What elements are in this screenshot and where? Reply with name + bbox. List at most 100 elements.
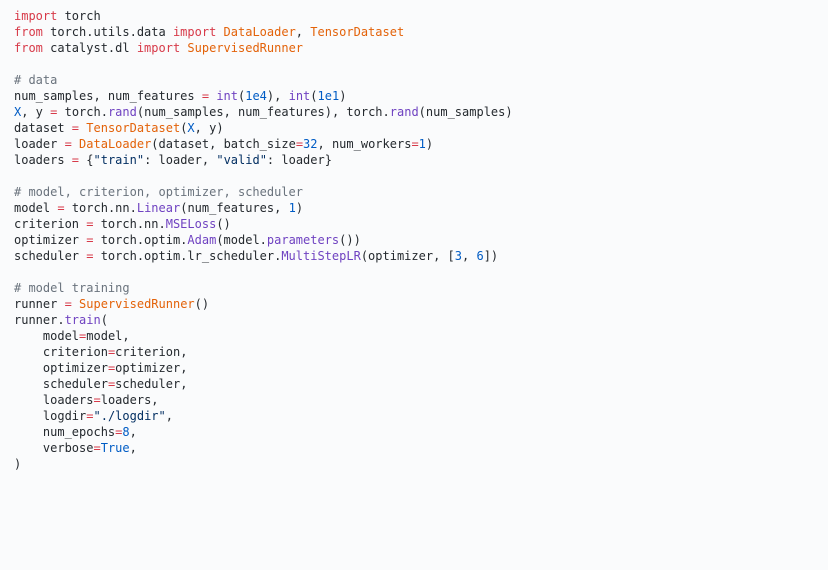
token-pun: ( xyxy=(137,105,144,119)
token-arg: scheduler xyxy=(43,377,108,391)
token-pun: ) xyxy=(14,457,21,471)
token-pun: ( xyxy=(419,105,426,119)
code-line: from torch.utils.data import DataLoader,… xyxy=(14,24,814,40)
token-id xyxy=(14,441,43,455)
token-num: 1e1 xyxy=(318,89,340,103)
token-fn: MSELoss xyxy=(166,217,217,231)
token-arg: num_workers xyxy=(332,137,411,151)
token-pun: , xyxy=(462,249,476,263)
token-num: 6 xyxy=(476,249,483,263)
token-id: loader xyxy=(159,153,202,167)
token-fn: Adam xyxy=(187,233,216,247)
token-pun: ), xyxy=(267,89,289,103)
token-pun: ( xyxy=(361,249,368,263)
code-line: logdir="./logdir", xyxy=(14,408,814,424)
token-kw: import xyxy=(14,9,57,23)
token-pun: , xyxy=(166,409,173,423)
code-line: loader = DataLoader(dataset, batch_size=… xyxy=(14,136,814,152)
token-pun: , xyxy=(296,25,310,39)
token-op: = xyxy=(296,137,303,151)
token-arg: num_epochs xyxy=(43,425,115,439)
code-line: # model, criterion, optimizer, scheduler xyxy=(14,184,814,200)
token-fn: parameters xyxy=(267,233,339,247)
token-fn: MultiStepLR xyxy=(281,249,360,263)
token-num: 1 xyxy=(289,201,296,215)
token-id: runner. xyxy=(14,313,65,327)
token-pun: , xyxy=(130,425,137,439)
code-line xyxy=(14,56,814,72)
code-line: criterion = torch.nn.MSELoss() xyxy=(14,216,814,232)
token-pun: () xyxy=(195,297,209,311)
code-line xyxy=(14,264,814,280)
token-pun: [ xyxy=(448,249,455,263)
token-id: optimizer xyxy=(14,233,86,247)
token-arg: verbose xyxy=(43,441,94,455)
token-cls: TensorDataset xyxy=(86,121,180,135)
token-pun: { xyxy=(86,153,93,167)
token-id: scheduler, xyxy=(115,377,187,391)
code-line: optimizer = torch.optim.Adam(model.param… xyxy=(14,232,814,248)
code-line: loaders = {"train": loader, "valid": loa… xyxy=(14,152,814,168)
token-id: torch xyxy=(57,9,100,23)
token-id xyxy=(14,345,43,359)
token-fn: rand xyxy=(390,105,419,119)
token-num: 8 xyxy=(122,425,129,439)
token-id xyxy=(14,361,43,375)
token-id: torch.optim. xyxy=(93,233,187,247)
token-num: 3 xyxy=(455,249,462,263)
code-line: # data xyxy=(14,72,814,88)
token-pun: ) xyxy=(505,105,512,119)
code-line: loaders=loaders, xyxy=(14,392,814,408)
token-id: , xyxy=(318,137,332,151)
token-id: scheduler xyxy=(14,249,86,263)
token-op: = xyxy=(86,409,93,423)
token-id xyxy=(14,377,43,391)
token-kw: import xyxy=(173,25,216,39)
token-kw: from xyxy=(14,41,43,55)
token-op: = xyxy=(65,137,72,151)
token-pun: } xyxy=(325,153,332,167)
token-id: loaders xyxy=(14,153,72,167)
token-cls: TensorDataset xyxy=(310,25,404,39)
token-cls: SupervisedRunner xyxy=(79,297,195,311)
token-num: 1 xyxy=(419,137,426,151)
token-op: = xyxy=(411,137,418,151)
code-line: # model training xyxy=(14,280,814,296)
code-line: optimizer=optimizer, xyxy=(14,360,814,376)
token-arg: optimizer xyxy=(43,361,108,375)
token-id xyxy=(14,425,43,439)
token-id: loaders, xyxy=(101,393,159,407)
token-id: , y xyxy=(195,121,217,135)
token-arg: logdir xyxy=(43,409,86,423)
token-id: loader xyxy=(281,153,324,167)
code-line: import torch xyxy=(14,8,814,24)
token-op: = xyxy=(65,297,72,311)
code-line: model=model, xyxy=(14,328,814,344)
code-line: from catalyst.dl import SupervisedRunner xyxy=(14,40,814,56)
token-fn: Linear xyxy=(137,201,180,215)
token-cmt: # model training xyxy=(14,281,130,295)
token-id: torch.nn. xyxy=(93,217,165,231)
token-pun: ( xyxy=(216,233,223,247)
token-op: = xyxy=(93,441,100,455)
token-fn: int xyxy=(216,89,238,103)
token-op: = xyxy=(72,121,79,135)
code-line: X, y = torch.rand(num_samples, num_featu… xyxy=(14,104,814,120)
token-id: model xyxy=(14,201,57,215)
token-pun: ) xyxy=(339,89,346,103)
token-id: runner xyxy=(14,297,65,311)
token-id xyxy=(14,393,43,407)
token-id: criterion, xyxy=(115,345,187,359)
token-id xyxy=(14,329,43,343)
token-op: = xyxy=(93,393,100,407)
token-op: = xyxy=(57,201,64,215)
token-arg: criterion xyxy=(43,345,108,359)
code-line: ) xyxy=(14,456,814,472)
token-id: num_samples, num_features xyxy=(14,89,202,103)
token-id xyxy=(72,137,79,151)
token-fn: int xyxy=(289,89,311,103)
token-kw: import xyxy=(137,41,180,55)
token-id: torch.optim.lr_scheduler. xyxy=(93,249,281,263)
token-id: loader xyxy=(14,137,65,151)
token-pun: ) xyxy=(216,121,223,135)
